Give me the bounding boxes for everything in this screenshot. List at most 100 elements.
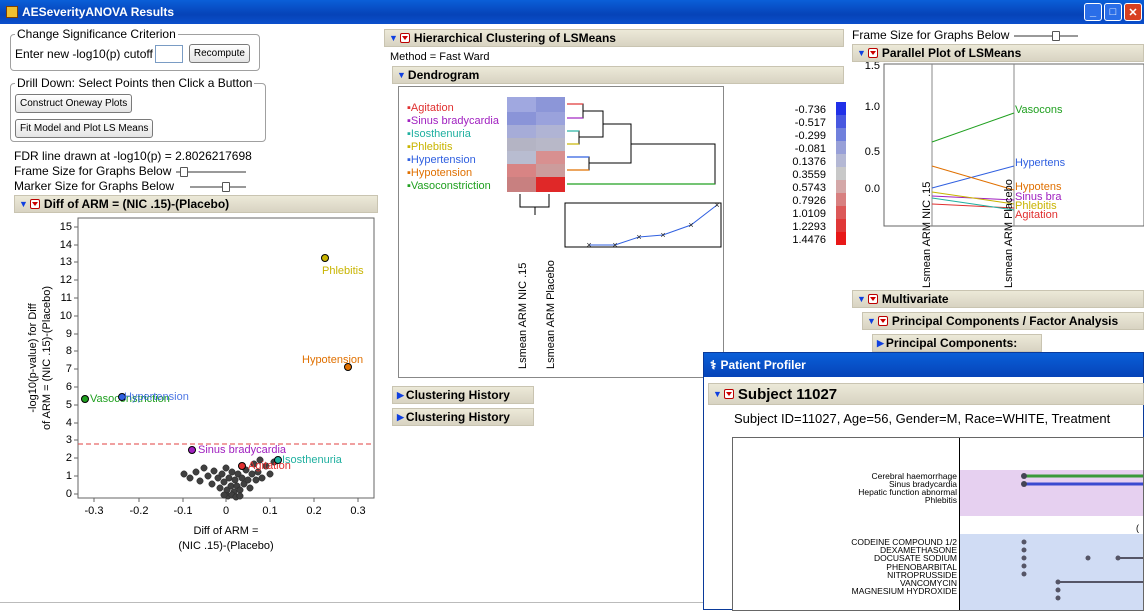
point-phlebitis[interactable] [321,254,329,262]
clustering-history-label: Clustering History [405,410,510,424]
disclosure-icon[interactable]: ▼ [389,33,398,43]
column-label: Lsmean ARM NIC .15 [517,263,529,369]
profiler-plot: Cerebral haemorrhage Sinus bradycardia H… [732,437,1144,611]
x-axis-label-1: Diff of ARM = [194,525,259,537]
marker-size-slider[interactable] [190,182,246,192]
patient-profiler-window: ⚕ Patient Profiler ▼ Subject 11027 Subje… [703,352,1144,611]
ytick: 5 [66,399,72,411]
svg-text:×: × [688,220,693,230]
legend-value: 0.7926 [792,195,826,207]
label-phlebitis: Phlebitis [322,265,364,277]
svg-text:×: × [660,230,665,240]
app-icon [6,6,18,18]
disclosure-icon[interactable]: ▼ [867,316,876,326]
legend-value: -0.736 [795,104,826,116]
fit-model-button[interactable]: Fit Model and Plot LS Means [15,119,154,138]
ytick: 8 [66,345,72,357]
line-label: Vasocons [1015,104,1063,116]
y-axis-label-1: -log10(p-value) for Diff [27,302,39,412]
xtick: -0.2 [130,505,149,517]
minimize-button[interactable]: _ [1084,3,1102,21]
ytick: 13 [60,256,72,268]
y-axis-label-2: of ARM = (NIC .15)-(Placebo) [41,286,53,430]
disclosure-icon[interactable]: ▶ [397,412,404,423]
disclosure-icon[interactable]: ▶ [397,390,404,401]
drill-down-legend: Drill Down: Select Points then Click a B… [17,76,253,90]
frame-size-slider[interactable] [176,167,246,177]
disclosure-icon[interactable]: ▼ [19,199,28,209]
ytick: 3 [66,434,72,446]
row-label: ▪Hypotension [407,167,472,179]
maximize-button[interactable]: □ [1104,3,1122,21]
dendrogram-frame: ▪Agitation ▪Sinus bradycardia ▪Isosthenu… [398,86,724,378]
ytick: 12 [60,274,72,286]
x-axis-label-2: (NIC .15)-(Placebo) [178,540,273,552]
profiler-title: Patient Profiler [720,358,806,372]
cutoff-input[interactable] [154,44,183,63]
line-label: Agitation [1015,209,1058,221]
parallel-plot-area: 1.5 1.0 0.5 0.0 Vasocons Hypertens Hypot… [852,60,1144,294]
right-frame-size-label: Frame Size for Graphs Below [852,28,1010,42]
disclosure-icon[interactable]: ▼ [857,294,866,304]
label-sinus-bradycardia: Sinus bradycardia [198,444,287,456]
ytick: 0 [66,488,72,500]
clustering-history-2[interactable]: ▶ Clustering History [392,408,534,426]
red-triangle-menu-icon[interactable] [29,199,40,209]
legend-value: 1.4476 [792,234,826,246]
label-hypotension: Hypotension [302,354,363,366]
point-agitation[interactable] [238,462,246,470]
disclosure-icon[interactable]: ▼ [857,48,866,58]
column-label: Lsmean ARM Placebo [545,260,557,369]
red-triangle-menu-icon[interactable] [877,316,888,326]
frame-size-label: Frame Size for Graphs Below [14,164,172,178]
parallel-plot-title: Parallel Plot of LSMeans [881,46,1022,60]
recompute-button[interactable]: Recompute [188,44,250,63]
x-axis-label: Lsmean ARM NIC .15 [921,182,933,288]
pca-header[interactable]: ▼ Principal Components / Factor Analysis [862,312,1144,330]
xtick: 0.3 [350,505,365,517]
ytick: 1.5 [865,62,880,72]
clustering-history-1[interactable]: ▶ Clustering History [392,386,534,404]
red-triangle-menu-icon[interactable] [723,389,734,399]
red-triangle-menu-icon[interactable] [867,294,878,304]
clustering-header[interactable]: ▼ Hierarchical Clustering of LSMeans [384,29,844,47]
svg-text:×: × [636,232,641,242]
point-sinus-bradycardia[interactable] [188,446,196,454]
row-label: ▪Hypertension [407,154,476,166]
subject-header[interactable]: ▼ Subject 11027 [708,383,1144,405]
right-frame-size-slider[interactable] [1014,31,1078,41]
significance-legend: Change Significance Criterion [17,27,176,41]
legend-value: 0.3559 [792,169,826,181]
parallel-plot-header[interactable]: ▼ Parallel Plot of LSMeans [852,44,1144,62]
ytick: 1 [66,470,72,482]
disclosure-icon[interactable]: ▶ [877,338,884,349]
profiler-icon: ⚕ [710,358,717,372]
point-vasoconstriction[interactable] [81,395,89,403]
label-isosthenuria: Isosthenuria [282,454,343,466]
point-isosthenuria[interactable] [274,456,282,464]
xtick: 0.2 [306,505,321,517]
red-triangle-menu-icon[interactable] [399,33,410,43]
principal-components-header[interactable]: ▶ Principal Components: [872,334,1042,352]
ytick: 6 [66,381,72,393]
xtick: 0 [223,505,229,517]
ae-label: Phlebitis [924,495,957,505]
legend-value: -0.299 [795,130,826,142]
clustering-history-label: Clustering History [405,388,510,402]
legend-value: 0.5743 [792,182,826,194]
window-controls: _ □ ✕ [1084,3,1142,21]
diff-arm-header[interactable]: ▼ Diff of ARM = (NIC .15)-(Placebo) [14,195,378,213]
subject-title: Subject 11027 [737,385,838,403]
dendrogram-title: Dendrogram [407,68,480,82]
disclosure-icon[interactable]: ▼ [397,70,406,80]
red-triangle-menu-icon[interactable] [867,48,878,58]
ae-labels: Cerebral haemorrhage Sinus bradycardia H… [733,472,957,505]
color-legend: -0.736 -0.517 -0.299 -0.081 0.1376 0.355… [760,100,850,280]
legend-value: -0.517 [795,117,826,129]
disclosure-icon[interactable]: ▼ [713,389,722,399]
ytick: 7 [66,363,72,375]
dendrogram-header[interactable]: ▼ Dendrogram [392,66,844,84]
construct-oneway-button[interactable]: Construct Oneway Plots [15,94,133,113]
multivariate-header[interactable]: ▼ Multivariate [852,290,1144,308]
close-button[interactable]: ✕ [1124,3,1142,21]
